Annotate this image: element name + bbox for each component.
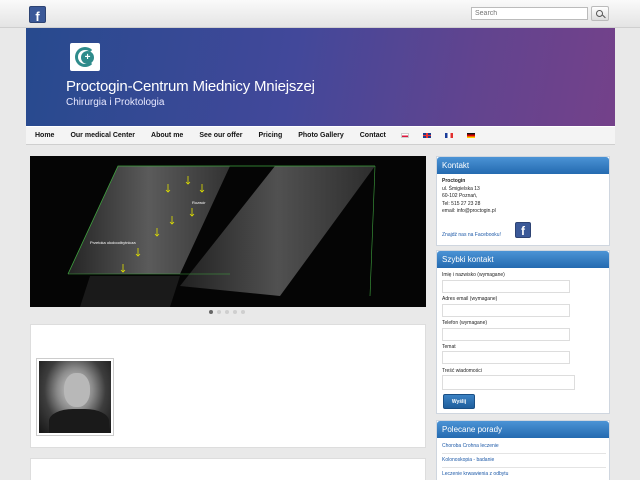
slider-label-1: Rozwór — [192, 200, 206, 205]
content-box — [30, 324, 426, 448]
subject-field[interactable] — [442, 351, 570, 364]
advice-link[interactable]: Kolonoskopia - badanie — [442, 457, 494, 463]
email-field[interactable] — [442, 304, 570, 317]
slider-dot[interactable] — [233, 310, 237, 314]
message-label: Treść wiadomości — [442, 368, 482, 374]
nav-item-offer[interactable]: See our offer — [191, 132, 250, 139]
phone-label: Telefon (wymagane) — [442, 320, 488, 326]
name-field[interactable] — [442, 280, 570, 293]
recommended-advice-widget: Polecane porady Choroba Crohna leczenie … — [436, 420, 610, 480]
nav-item-about-me[interactable]: About me — [143, 132, 191, 139]
contact-name: Proctogin — [442, 178, 466, 184]
email-label: Adres email (wymagane) — [442, 296, 498, 302]
phone-field[interactable] — [442, 328, 570, 341]
nav-item-contact[interactable]: Contact — [352, 132, 394, 139]
clinic-logo-icon[interactable]: + — [70, 43, 100, 71]
nav-item-photo-gallery[interactable]: Photo Gallery — [290, 132, 352, 139]
send-button[interactable]: Wyślij — [443, 394, 475, 409]
contact-widget: Kontakt Proctogin ul. Śmigielska 13 60-1… — [436, 156, 610, 246]
recommended-advice-title: Polecane porady — [437, 421, 609, 438]
facebook-icon[interactable]: f — [29, 6, 46, 24]
contact-email: email: info@proctogin.pl — [442, 208, 496, 214]
image-slider[interactable]: Rozwór Przetoka okołoodbytnicza — [30, 156, 426, 307]
ultrasound-image — [67, 165, 376, 307]
quick-contact-widget: Szybki kontakt Imię i nazwisko (wymagane… — [436, 250, 610, 414]
contact-widget-title: Kontakt — [437, 157, 609, 174]
flag-en-icon[interactable] — [422, 133, 431, 138]
search-input[interactable] — [471, 7, 588, 20]
site-title[interactable]: Proctogin-Centrum Miednicy Mniejszej — [66, 78, 315, 95]
advice-link[interactable]: Choroba Crohna leczenie — [442, 443, 499, 449]
subject-label: Temat — [442, 344, 456, 350]
contact-city: 60-102 Poznań, — [442, 193, 478, 199]
contact-phone: Tel: 515 27 23 28 — [442, 200, 481, 207]
nav-item-home[interactable]: Home — [26, 132, 62, 139]
doctor-photo[interactable] — [36, 358, 114, 436]
site-subtitle: Chirurgia i Proktologia — [66, 97, 165, 108]
slider-dots — [209, 310, 245, 314]
search-button[interactable] — [591, 6, 609, 21]
divider — [442, 453, 606, 454]
slider-dot[interactable] — [209, 310, 213, 314]
main-nav: Home Our medical Center About me See our… — [26, 126, 615, 145]
slider-dot[interactable] — [241, 310, 245, 314]
slider-dot[interactable] — [217, 310, 221, 314]
slider-dot[interactable] — [225, 310, 229, 314]
quick-contact-title: Szybki kontakt — [437, 251, 609, 268]
message-field[interactable] — [442, 375, 575, 390]
contact-street: ul. Śmigielska 13 — [442, 185, 480, 192]
facebook-icon[interactable]: f — [515, 222, 531, 238]
nav-item-pricing[interactable]: Pricing — [251, 132, 291, 139]
divider — [442, 467, 606, 468]
site-header: + Proctogin-Centrum Miednicy Mniejszej C… — [26, 28, 615, 126]
slider-label-2: Przetoka okołoodbytnicza — [90, 240, 136, 245]
top-bar: f — [0, 0, 640, 28]
flag-de-icon[interactable] — [466, 133, 475, 138]
facebook-link[interactable]: Znajdź nas na Facebooku! — [442, 232, 501, 238]
content-box — [30, 458, 426, 480]
nav-item-medical-center[interactable]: Our medical Center — [62, 132, 143, 139]
flag-fr-icon[interactable] — [444, 133, 453, 138]
advice-link[interactable]: Leczenie krwawienia z odbytu — [442, 471, 508, 477]
name-label: Imię i nazwisko (wymagane) — [442, 272, 505, 278]
flag-pl-icon[interactable] — [400, 133, 409, 138]
